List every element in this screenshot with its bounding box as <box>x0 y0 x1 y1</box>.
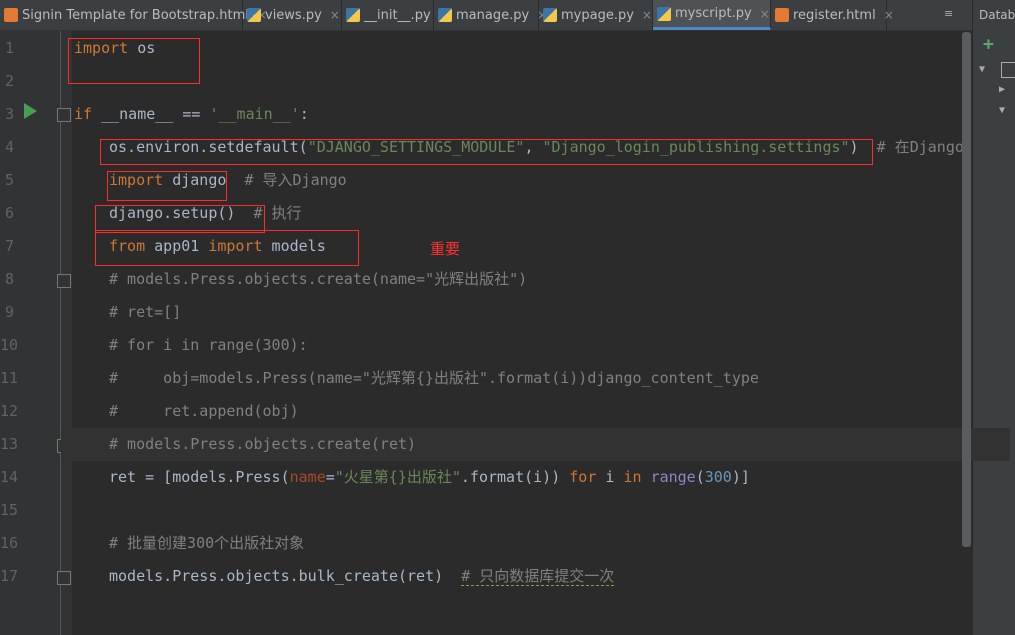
tab-register-html[interactable]: register.html × <box>771 0 894 30</box>
tab--init-py[interactable]: __init__.py× <box>342 0 449 30</box>
python-file-icon <box>438 8 452 22</box>
code-line-14: ret = [models.Press(name="火星第{}出版社".form… <box>109 468 750 486</box>
line-number: 14 <box>0 468 19 486</box>
line-number: 6 <box>4 204 14 222</box>
highlight-box-import-os <box>68 38 200 84</box>
highlight-box-setdefault <box>100 139 873 165</box>
code-line-12: # ret.append(obj) <box>109 402 299 420</box>
line-number: 4 <box>4 138 14 156</box>
line-number: 13 <box>0 435 19 453</box>
fold-marker-icon[interactable] <box>57 274 71 288</box>
line-number: 2 <box>4 72 14 90</box>
line-number: 11 <box>0 369 19 387</box>
code-line-11: # obj=models.Press(name="光辉第{}出版社".forma… <box>109 369 759 387</box>
tab-label: register.html <box>793 7 876 23</box>
tab-myscript-py[interactable]: myscript.py × <box>653 0 771 30</box>
tab-signin-template-for-bootstrap-html[interactable]: Signin Template for Bootstrap.html × <box>0 0 267 30</box>
editor-tab-bar: Signin Template for Bootstrap.html × views… <box>0 0 972 31</box>
database-tool-panel: Databa + ▼ ▶ ▼ <box>972 0 1015 635</box>
python-file-icon <box>543 8 557 22</box>
fold-marker-icon[interactable] <box>57 108 71 122</box>
line-number: 7 <box>4 237 14 255</box>
run-icon[interactable] <box>24 103 37 119</box>
highlight-box-import-models <box>95 230 359 266</box>
close-icon[interactable]: × <box>760 7 770 21</box>
line-number: 12 <box>0 402 19 420</box>
line-number: 15 <box>0 501 19 519</box>
tree-collapsed-icon[interactable]: ▶ <box>999 84 1005 95</box>
database-panel-title[interactable]: Databa <box>973 0 1015 22</box>
line-number: 10 <box>0 336 19 354</box>
tab-label: manage.py <box>456 7 530 23</box>
close-icon[interactable]: × <box>330 8 340 22</box>
highlight-box-import-django <box>107 171 227 201</box>
line-number: 8 <box>4 270 14 288</box>
code-line-16: # 批量创建300个出版社对象 <box>109 534 305 552</box>
tab-label: Signin Template for Bootstrap.html <box>22 7 249 23</box>
line-number: 16 <box>0 534 19 552</box>
database-icon <box>1001 62 1015 78</box>
tab-views-py[interactable]: views.py × <box>243 0 342 30</box>
tab-list-menu-icon[interactable]: ≡ <box>944 7 953 20</box>
code-line-17: models.Press.objects.bulk_create(ret) # … <box>109 567 615 586</box>
code-line-3: if __name__ == '__main__': <box>74 105 309 123</box>
highlight-box-django-setup <box>95 205 265 233</box>
python-file-icon <box>247 8 261 22</box>
annotation-important: 重要 <box>430 240 461 258</box>
line-number: 9 <box>4 303 14 321</box>
tree-expand-icon[interactable]: ▼ <box>979 64 985 75</box>
code-line-9: # ret=[] <box>109 303 182 321</box>
code-line-8: # models.Press.objects.create(name="光辉出版… <box>109 270 528 288</box>
code-line-13-current: # models.Press.objects.create(ret) <box>61 428 1010 461</box>
add-data-source-icon[interactable]: + <box>983 34 994 55</box>
line-number: 5 <box>4 171 14 189</box>
html-file-icon <box>4 8 18 22</box>
tab-label: myscript.py <box>675 6 752 21</box>
tab-label: __init__.py <box>364 7 431 23</box>
close-icon[interactable]: × <box>642 8 652 22</box>
python-file-icon <box>346 8 360 22</box>
code-line-10: # for i in range(300): <box>109 336 308 354</box>
html-file-icon <box>775 8 789 22</box>
fold-marker-icon[interactable] <box>57 571 71 585</box>
python-file-icon <box>657 6 671 21</box>
tab-label: mypage.py <box>561 7 634 23</box>
tab-label: views.py <box>265 7 322 23</box>
tab-manage-py[interactable]: manage.py× <box>434 0 547 30</box>
line-number: 17 <box>0 567 19 585</box>
close-icon[interactable]: × <box>884 8 894 22</box>
line-number: 1 <box>4 39 14 57</box>
line-number: 3 <box>4 105 14 123</box>
tree-expand-icon[interactable]: ▼ <box>999 105 1005 116</box>
vertical-scrollbar[interactable] <box>962 32 971 547</box>
tab-mypage-py[interactable]: mypage.py × <box>539 0 653 30</box>
